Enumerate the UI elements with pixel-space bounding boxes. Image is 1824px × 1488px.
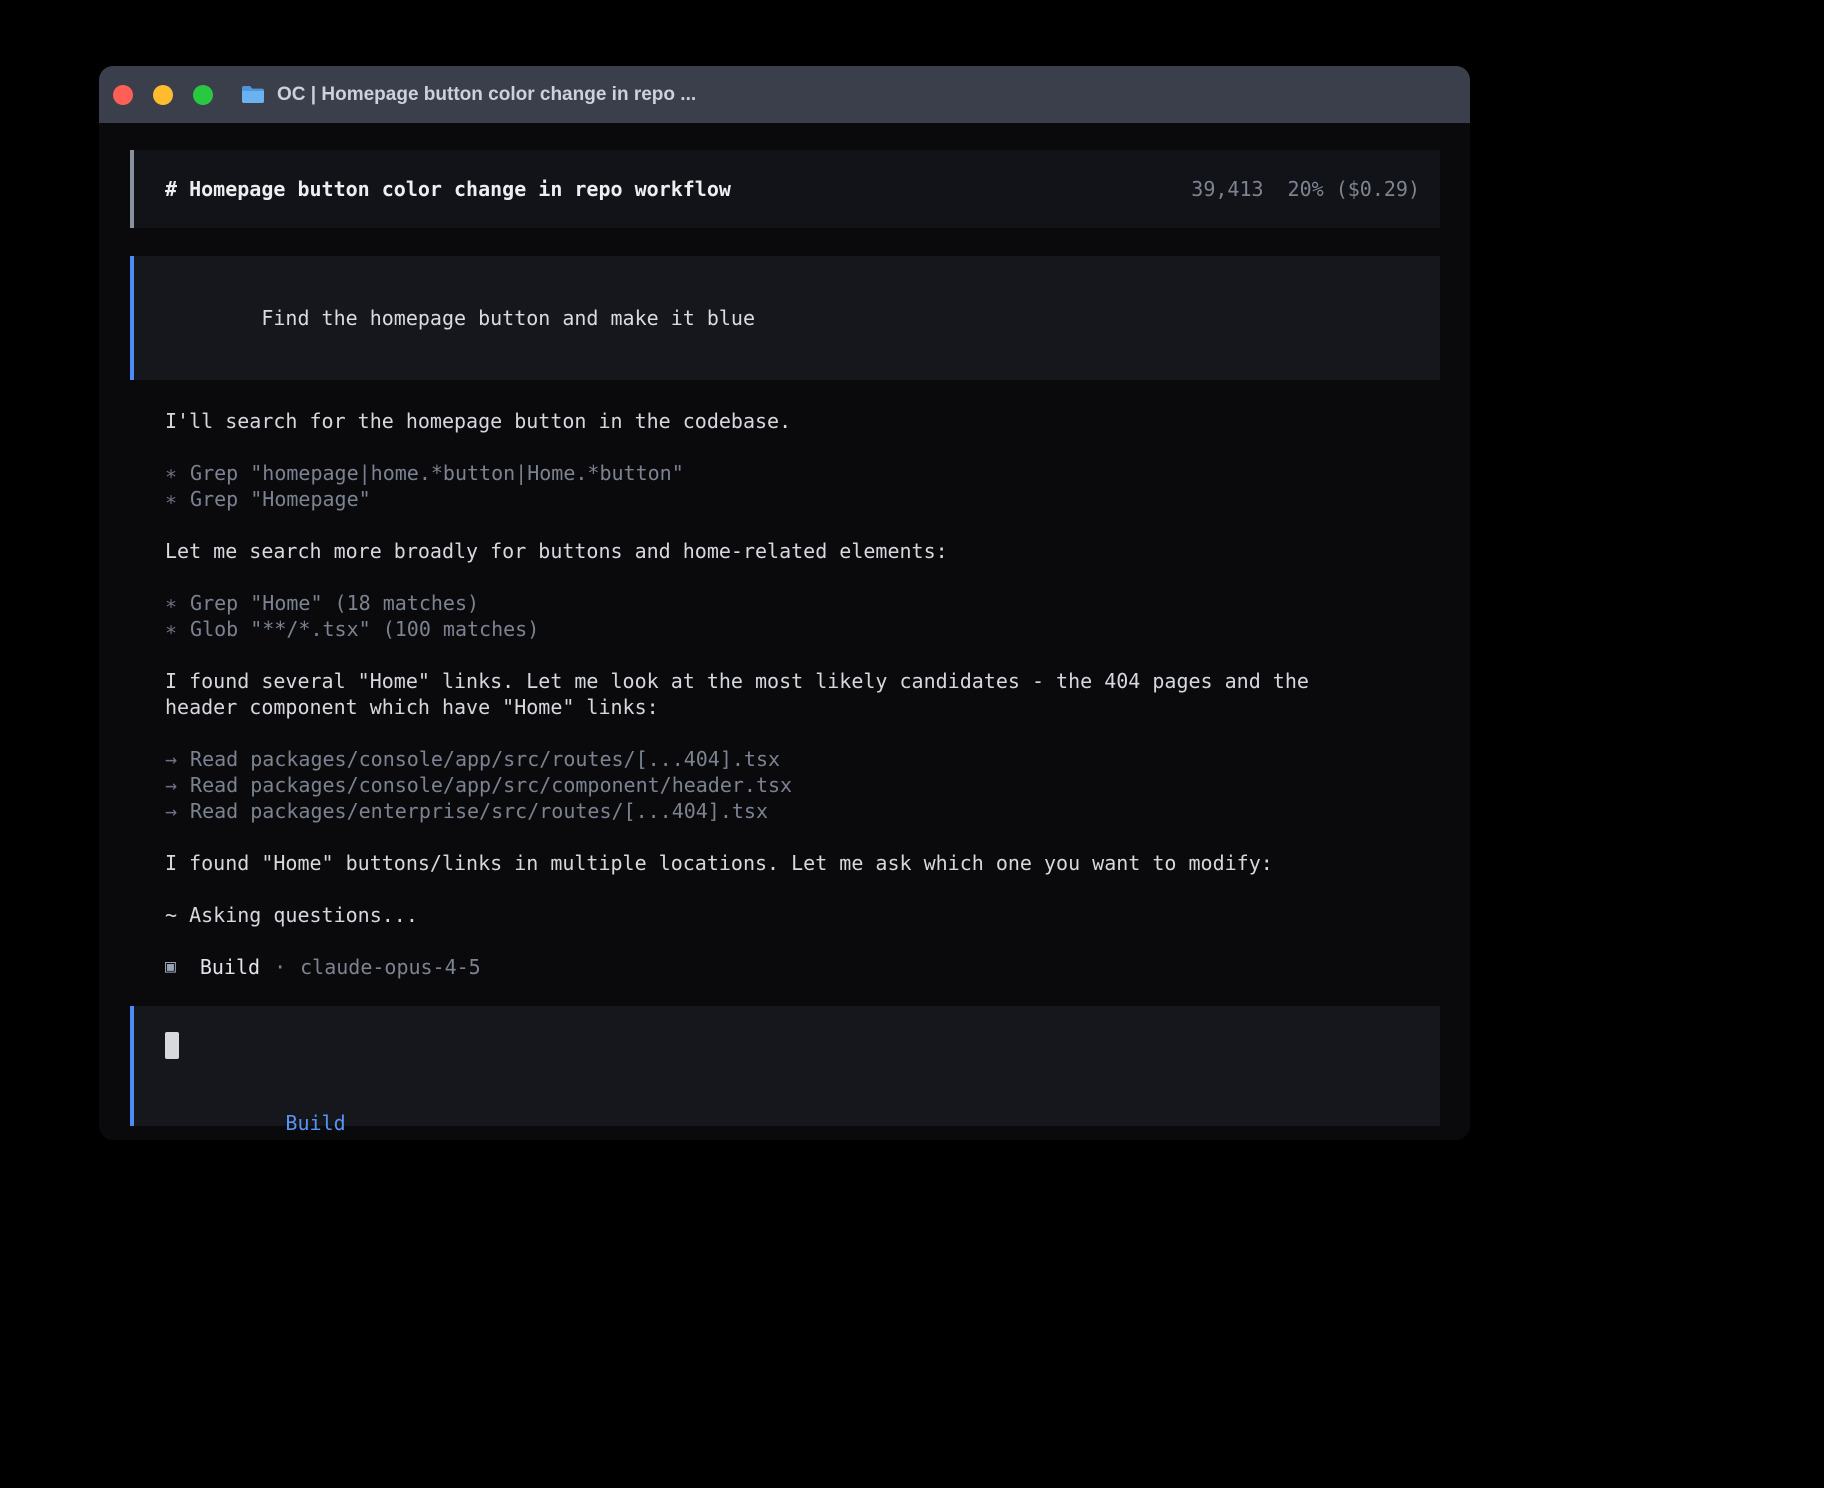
window-controls <box>113 85 213 105</box>
tool-call-grep: ∗ Grep "homepage|home.*button|Home.*butto… <box>165 460 1440 486</box>
tool-call-group: ∗ Grep "Home" (18 matches) ∗ Glob "**/*.ts… <box>165 590 1440 642</box>
mode-label: Build <box>285 1111 345 1135</box>
tool-call-text: Read packages/enterprise/src/routes/[...… <box>190 799 768 823</box>
user-message-text: Find the homepage button and make it blu… <box>261 306 755 330</box>
shortcut-variants: ctrl+tvariants <box>906 1136 1087 1140</box>
shortcut-hints: ctrl+tvariants tabagents ctrl+pcommands <box>906 1136 1440 1140</box>
status-bar: esc interrupt ctrl+tvariants tabagents c… <box>130 1136 1440 1140</box>
tool-call-group: ∗ Grep "homepage|home.*button|Home.*butto… <box>165 460 1440 512</box>
separator-dot: · <box>274 954 286 980</box>
token-count: 39,413 <box>1191 176 1263 202</box>
session-stats: 39,413 20% ($0.29) <box>1191 176 1420 202</box>
text-cursor <box>165 1032 179 1059</box>
close-window-button[interactable] <box>113 85 133 105</box>
desktop-background: OC | Homepage button color change in rep… <box>0 0 1824 1488</box>
esc-key-hint: esc <box>266 1136 302 1140</box>
working-status: ~ Asking questions... <box>165 902 1440 928</box>
tool-call-grep: ∗ Grep "Homepage" <box>165 486 1440 512</box>
tool-call-group: → Read packages/console/app/src/routes/[.… <box>165 746 1440 824</box>
tool-call-text: Glob "**/*.tsx" (100 matches) <box>190 617 539 641</box>
assistant-text: I found several "Home" links. Let me loo… <box>165 668 1383 720</box>
shortcut-agents: tabagents <box>1113 1136 1233 1140</box>
interrupt-label: interrupt <box>314 1136 422 1140</box>
tool-call-text: Read packages/console/app/src/routes/[..… <box>190 747 780 771</box>
session-title: # Homepage button color change in repo w… <box>165 176 731 202</box>
agent-model: claude-opus-4-5 <box>300 954 481 980</box>
terminal-content: # Homepage button color change in repo w… <box>99 123 1470 1140</box>
tool-call-text: Grep "homepage|home.*button|Home.*button… <box>190 461 684 485</box>
assistant-response: I'll search for the homepage button in t… <box>165 408 1440 980</box>
tool-arrow-icon: → <box>165 799 177 823</box>
shortcut-commands: ctrl+pcommands <box>1259 1136 1440 1140</box>
prompt-input[interactable]: Build Claude Opus 4.5 OpenCode Zen <box>130 1006 1440 1126</box>
tool-call-text: Grep "Home" (18 matches) <box>190 591 479 615</box>
agent-name: Build <box>200 954 260 980</box>
agent-status-line: ▣ Build · claude-opus-4-5 <box>165 954 1440 980</box>
tool-pending-icon: ∗ <box>165 461 177 485</box>
window-title: OC | Homepage button color change in rep… <box>277 84 696 106</box>
tool-call-text: Read packages/console/app/src/component/… <box>190 773 792 797</box>
assistant-text: I'll search for the homepage button in t… <box>165 408 1440 434</box>
tool-call-read: → Read packages/console/app/src/component… <box>165 772 1440 798</box>
minimize-window-button[interactable] <box>153 85 173 105</box>
zoom-window-button[interactable] <box>193 85 213 105</box>
tool-call-text: Grep "Homepage" <box>190 487 371 511</box>
context-usage: 20% ($0.29) <box>1288 176 1420 202</box>
tool-pending-icon: ∗ <box>165 617 177 641</box>
terminal-window: OC | Homepage button color change in rep… <box>99 66 1470 1140</box>
session-header: # Homepage button color change in repo w… <box>130 150 1440 228</box>
tool-arrow-icon: → <box>165 773 177 797</box>
tool-call-grep: ∗ Grep "Home" (18 matches) <box>165 590 1440 616</box>
assistant-text: Let me search more broadly for buttons a… <box>165 538 1440 564</box>
window-titlebar[interactable]: OC | Homepage button color change in rep… <box>99 66 1470 123</box>
model-status-line: Build Claude Opus 4.5 OpenCode Zen <box>165 1084 1420 1140</box>
tool-call-glob: ∗ Glob "**/*.tsx" (100 matches) <box>165 616 1440 642</box>
user-message: Find the homepage button and make it blu… <box>130 256 1440 380</box>
assistant-text: I found "Home" buttons/links in multiple… <box>165 850 1383 876</box>
tool-call-read: → Read packages/enterprise/src/routes/[..… <box>165 798 1440 824</box>
tool-arrow-icon: → <box>165 747 177 771</box>
tool-pending-icon: ∗ <box>165 591 177 615</box>
tool-call-read: → Read packages/console/app/src/routes/[.… <box>165 746 1440 772</box>
build-agent-icon: ▣ <box>165 954 176 980</box>
folder-icon <box>241 85 265 104</box>
tool-pending-icon: ∗ <box>165 487 177 511</box>
